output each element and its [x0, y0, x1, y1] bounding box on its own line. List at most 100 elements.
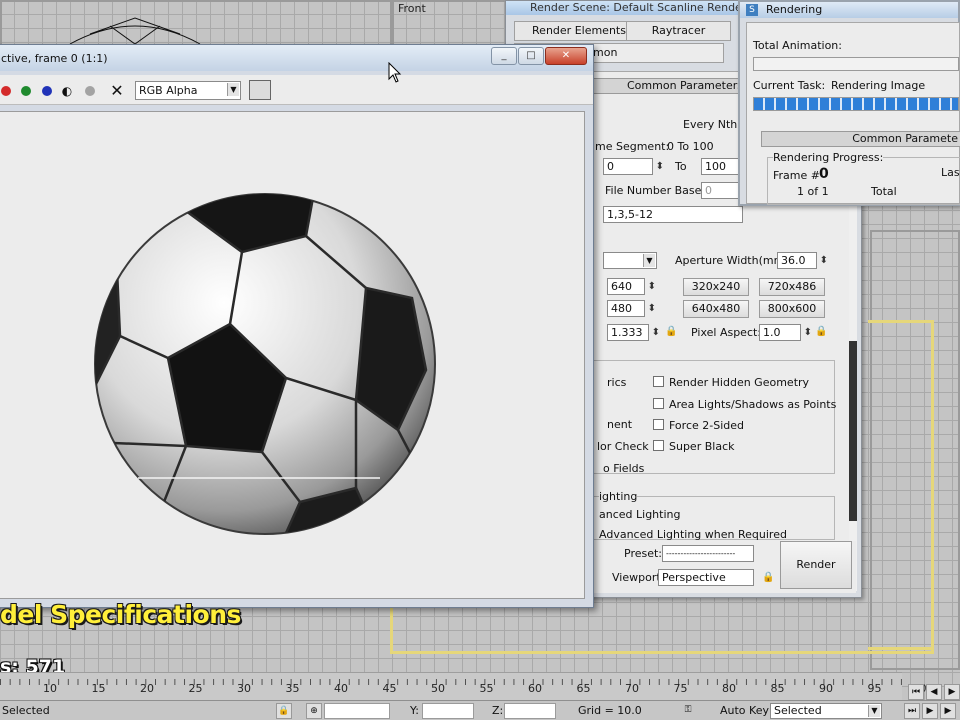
current-task-value: Rendering Image: [831, 79, 926, 92]
previous-frame-icon[interactable]: ◀: [926, 684, 942, 700]
preset-320x240-button[interactable]: 320x240: [683, 278, 749, 296]
option-displacement[interactable]: nent: [607, 418, 632, 431]
preset-label: Preset:: [624, 547, 663, 560]
time-slider-trackbar[interactable]: 101520253035404550556065707580859095100: [0, 672, 934, 700]
clear-icon[interactable]: ✕: [107, 81, 127, 101]
trackbar-tick-label: 50: [431, 682, 445, 695]
selection-status: Selected: [2, 704, 50, 717]
area-lights-label[interactable]: Area Lights/Shadows as Points: [669, 398, 836, 411]
super-black-checkbox[interactable]: [653, 440, 664, 451]
trackbar-tick-label: 20: [140, 682, 154, 695]
absolute-mode-icon[interactable]: ⊕: [306, 703, 322, 719]
aperture-width-spinner[interactable]: 36.0: [777, 252, 828, 269]
go-to-end-icon[interactable]: ⏭: [904, 703, 920, 719]
play-icon[interactable]: ▶: [944, 684, 960, 700]
trackbar-tick-label: 40: [334, 682, 348, 695]
rendering-titlebar[interactable]: S Rendering: [740, 2, 958, 18]
mouse-cursor-icon: [388, 62, 402, 83]
y-coordinate-field[interactable]: [422, 703, 474, 719]
preset-combo[interactable]: ------------------------: [662, 545, 754, 562]
render-button[interactable]: Render: [780, 541, 852, 589]
current-task-label: Current Task:: [753, 79, 826, 92]
x-coordinate-field[interactable]: [324, 703, 390, 719]
tab-raytracer[interactable]: Raytracer: [626, 21, 731, 41]
advanced-lighting-group-label: ighting: [599, 490, 638, 503]
blue-channel-icon[interactable]: [42, 86, 52, 96]
preset-640x480-button[interactable]: 640x480: [683, 300, 749, 318]
frame-number-label: Frame #: [773, 169, 820, 182]
render-hidden-geometry-label[interactable]: Render Hidden Geometry: [669, 376, 809, 389]
trackbar-tick-label: 55: [479, 682, 494, 695]
channel-display-select[interactable]: RGB Alpha ▼: [135, 81, 241, 100]
trackbar-tick-label: 85: [770, 682, 785, 695]
render-setup-title: Render Scene: Default Scanline Rendere: [530, 1, 753, 14]
rollout-common-parameters[interactable]: Common Paramete: [761, 131, 960, 147]
soccer-ball-render: [94, 193, 436, 535]
width-spinner[interactable]: 640: [607, 278, 656, 295]
range-from-spinner[interactable]: 0: [603, 158, 664, 175]
use-advanced-lighting-label[interactable]: anced Lighting: [599, 508, 680, 521]
lock-selection-icon[interactable]: 🔒: [276, 703, 292, 719]
file-number-base-label: File Number Base:: [605, 184, 706, 197]
status-bar: Selected 🔒 ⊕ Y: Z: Grid = 10.0 ⚿ Auto Ke…: [0, 700, 960, 720]
current-task-progress: [753, 97, 959, 111]
next-key-icon[interactable]: ▶: [940, 703, 956, 719]
force-2-sided-label[interactable]: Force 2-Sided: [669, 419, 744, 432]
minimize-icon[interactable]: _: [491, 47, 517, 65]
video-caption: del Specifications: [0, 600, 241, 629]
frame-window-titlebar[interactable]: ctive, frame 0 (1:1) _ □ ✕: [0, 45, 593, 71]
trackbar-tick-label: 70: [625, 682, 639, 695]
force-2-sided-checkbox[interactable]: [653, 419, 664, 430]
lock-icon[interactable]: 🔒: [762, 571, 774, 585]
lock-icon[interactable]: 🔒: [815, 325, 827, 339]
frames-field[interactable]: 1,3,5-12: [603, 206, 743, 223]
playback-controls: ⏮ ◀ ▶: [906, 680, 960, 700]
scrollbar-thumb[interactable]: [849, 341, 857, 521]
lock-icon[interactable]: 🔒: [665, 325, 677, 339]
channel-display-value: RGB Alpha: [139, 84, 198, 97]
output-size-combo[interactable]: ▼: [603, 252, 657, 269]
color-swatch[interactable]: [249, 80, 271, 100]
option-video-color-check[interactable]: lor Check: [597, 440, 649, 453]
trackbar-tick-label: 65: [576, 682, 591, 695]
tab-render-elements[interactable]: Render Elements: [514, 21, 644, 41]
option-render-to-fields[interactable]: o Fields: [603, 462, 644, 475]
z-coordinate-field[interactable]: [504, 703, 556, 719]
trackbar-tick-label: 95: [867, 682, 882, 695]
trackbar-tick-label: 15: [91, 682, 106, 695]
image-aspect-spinner[interactable]: 1.333: [607, 324, 660, 341]
preset-800x600-button[interactable]: 800x600: [759, 300, 825, 318]
auto-key-button[interactable]: Auto Key: [720, 704, 769, 717]
area-lights-checkbox[interactable]: [653, 398, 664, 409]
alpha-channel-icon[interactable]: ◐: [57, 81, 77, 101]
monochrome-icon[interactable]: [85, 86, 95, 96]
option-atmospherics[interactable]: rics: [607, 376, 626, 389]
frame-window-toolbar: ◐ ✕ RGB Alpha ▼: [0, 75, 593, 105]
total-animation-label: Total Animation:: [753, 39, 842, 52]
active-segment-label: me Segment:: [595, 140, 670, 153]
render-hidden-geometry-checkbox[interactable]: [653, 376, 664, 387]
maximize-icon[interactable]: □: [518, 47, 544, 65]
key-filter-select[interactable]: Selected ▼: [770, 703, 882, 719]
height-spinner[interactable]: 480: [607, 300, 656, 317]
viewport-combo[interactable]: Perspective: [658, 569, 754, 586]
red-channel-icon[interactable]: [1, 86, 11, 96]
trackbar-tick-label: 30: [237, 682, 251, 695]
active-segment-value: 0 To 100: [667, 140, 714, 153]
go-to-start-icon[interactable]: ⏮: [908, 684, 924, 700]
rendering-progress-body: Total Animation: Current Task: Rendering…: [746, 22, 960, 205]
total-time-label: Total: [871, 185, 897, 198]
preset-720x486-button[interactable]: 720x486: [759, 278, 825, 296]
chevron-down-icon: ▼: [868, 705, 880, 717]
compute-advanced-lighting-label[interactable]: Advanced Lighting when Required: [599, 528, 787, 540]
last-label: Last: [941, 166, 960, 179]
total-animation-progress: [753, 57, 959, 71]
super-black-label[interactable]: Super Black: [669, 440, 734, 453]
green-channel-icon[interactable]: [21, 86, 31, 96]
trackbar-tick-label: 25: [188, 682, 203, 695]
close-icon[interactable]: ✕: [545, 47, 587, 65]
key-icon[interactable]: ⚿: [680, 703, 696, 719]
pixel-aspect-spinner[interactable]: 1.0: [759, 324, 812, 341]
trackbar-tick-label: 90: [819, 682, 833, 695]
key-mode-icon[interactable]: ▶: [922, 703, 938, 719]
